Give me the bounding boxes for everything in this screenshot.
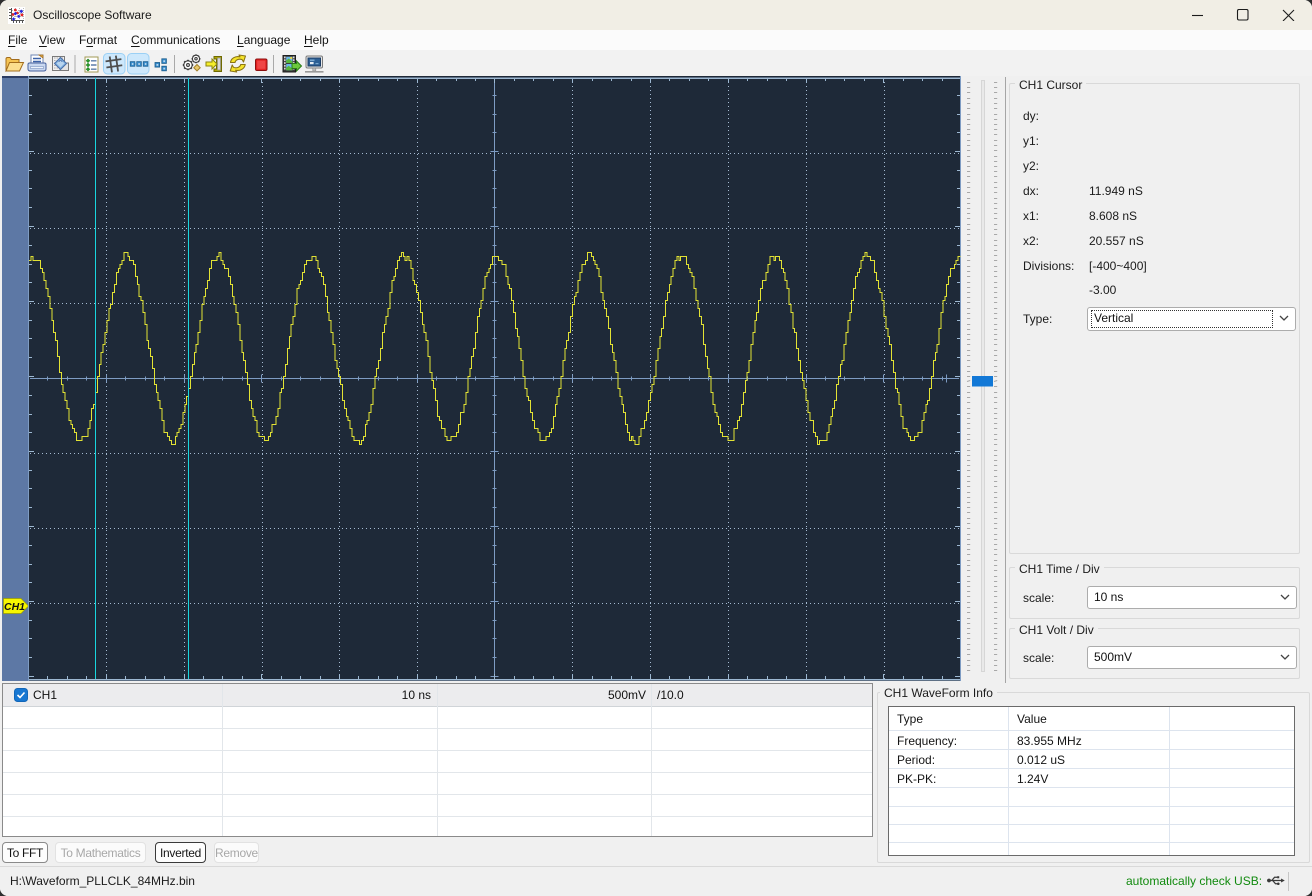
- svg-text:CH1: CH1: [4, 601, 25, 613]
